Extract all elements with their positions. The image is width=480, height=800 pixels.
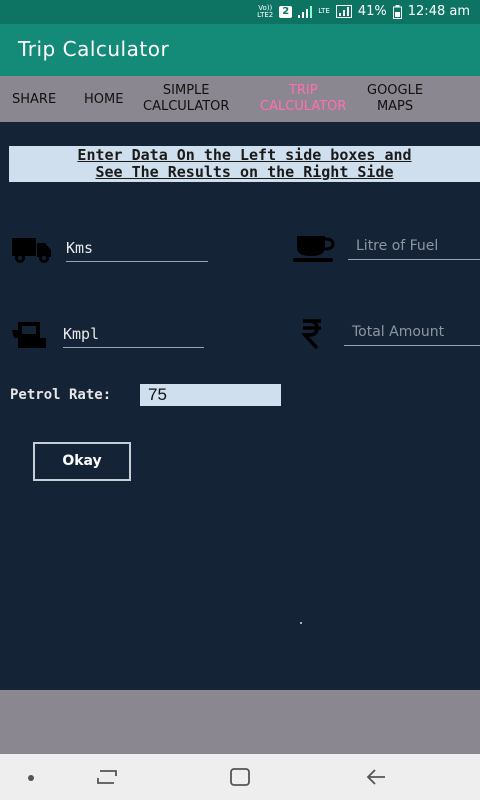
back-icon[interactable] bbox=[365, 768, 387, 786]
tab-google-maps[interactable]: GOOGLE MAPS bbox=[367, 83, 423, 115]
app-bar: Trip Calculator bbox=[0, 24, 480, 76]
petrol-rate-input[interactable]: 75 bbox=[140, 384, 281, 406]
okay-button[interactable]: Okay bbox=[33, 442, 131, 481]
tab-trip-calculator[interactable]: TRIP CALCULATOR bbox=[260, 83, 346, 115]
signal-strength-icon bbox=[335, 5, 352, 18]
rupee-icon bbox=[301, 319, 321, 350]
tab-simple-calculator[interactable]: SIMPLE CALCULATOR bbox=[143, 83, 229, 115]
kmpl-input[interactable]: Kmpl bbox=[63, 322, 204, 348]
bottom-area bbox=[0, 690, 480, 754]
battery-icon bbox=[392, 4, 402, 19]
cup-icon bbox=[293, 236, 335, 262]
litre-of-fuel-output[interactable]: Litre of Fuel bbox=[348, 234, 480, 260]
home-icon[interactable] bbox=[229, 767, 251, 787]
fuel-pump-icon bbox=[12, 322, 46, 348]
tab-share[interactable]: SHARE bbox=[12, 92, 56, 108]
total-amount-output[interactable]: Total Amount bbox=[344, 320, 480, 346]
tab-home[interactable]: HOME bbox=[84, 92, 123, 108]
truck-icon bbox=[12, 238, 51, 263]
petrol-rate-label: Petrol Rate: bbox=[10, 387, 112, 403]
app-title: Trip Calculator bbox=[18, 37, 170, 61]
sim-badge: 2 bbox=[279, 5, 293, 18]
instruction-banner: Enter Data On the Left side boxes and Se… bbox=[9, 146, 480, 182]
main-content: Enter Data On the Left side boxes and Se… bbox=[0, 122, 480, 690]
dot bbox=[300, 622, 302, 624]
navigation-bar bbox=[0, 754, 480, 800]
kms-input[interactable]: Kms bbox=[66, 236, 208, 262]
lte-indicator: LTE bbox=[318, 7, 330, 15]
clock: 12:48 am bbox=[407, 4, 470, 19]
battery-percent: 41% bbox=[357, 4, 387, 19]
tab-bar: SHARE HOME SIMPLE CALCULATOR TRIP CALCUL… bbox=[0, 76, 480, 122]
volte-indicator: Vo)) LTE2 bbox=[257, 3, 274, 19]
signal-icon bbox=[298, 5, 313, 18]
dot-icon[interactable] bbox=[27, 774, 35, 782]
status-bar: Vo)) LTE2 2 LTE 41% 12:48 am bbox=[0, 0, 480, 24]
recent-apps-icon[interactable] bbox=[96, 768, 118, 786]
